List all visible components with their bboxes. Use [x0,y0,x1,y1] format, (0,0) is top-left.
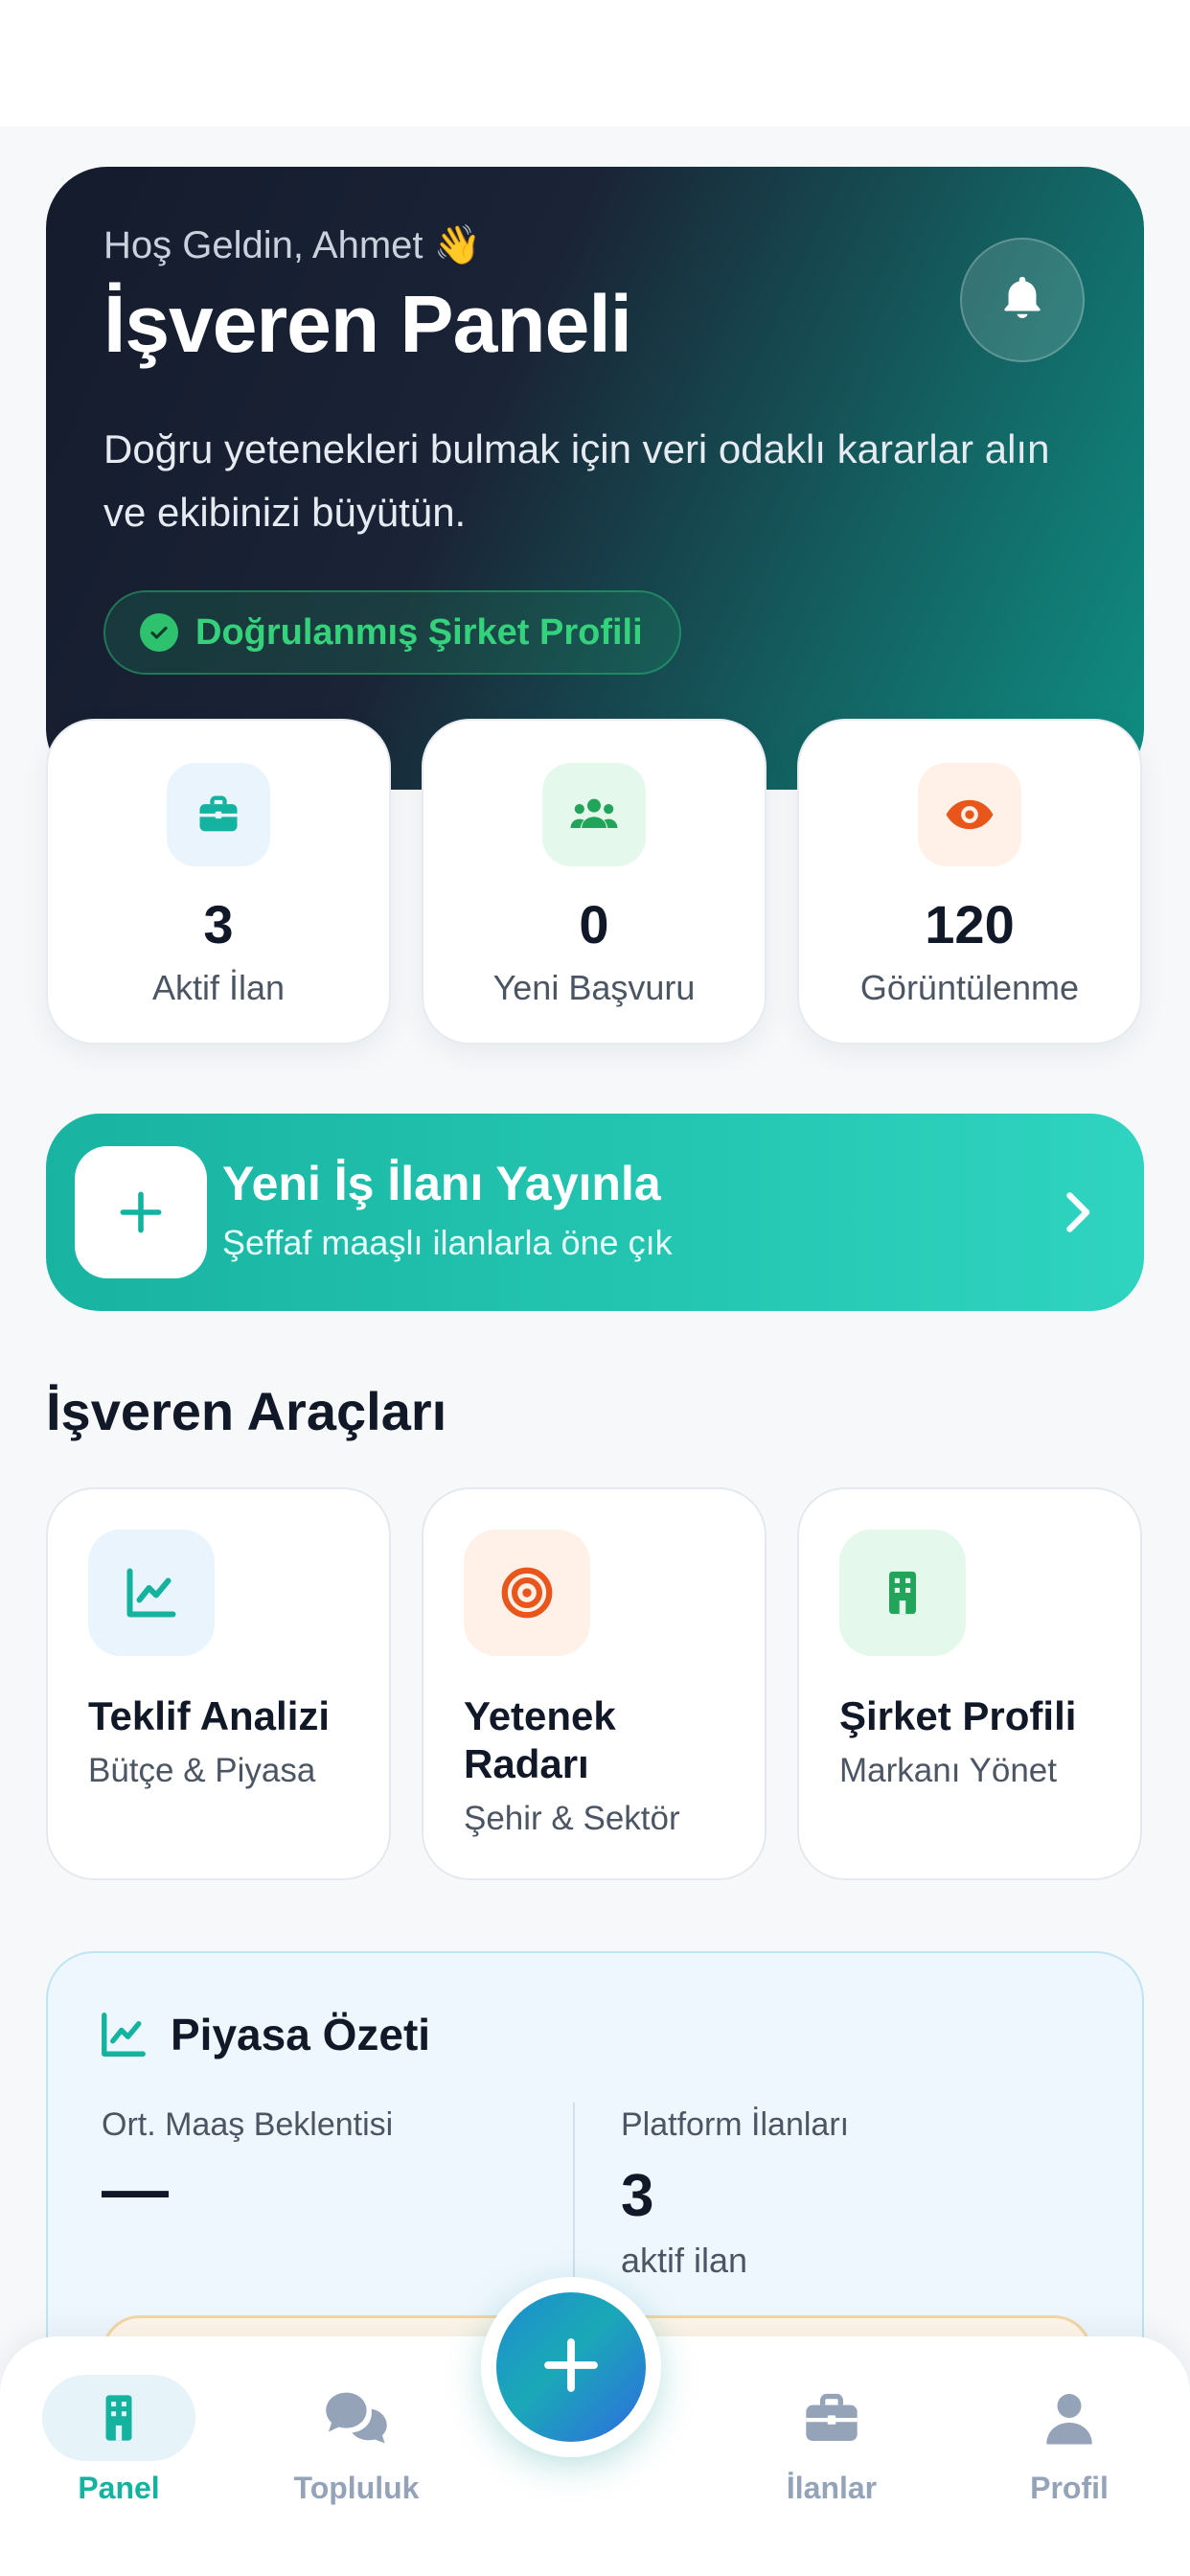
stat-value: 3 [203,894,234,954]
tab-label: Profil [1030,2471,1109,2505]
target-icon [464,1530,590,1656]
stat-card-active-listings[interactable]: 3 Aktif İlan [46,719,391,1045]
avg-salary-label: Ort. Maaş Beklentisi [102,2106,394,2143]
tool-title: Yetenek Radarı [464,1693,616,1786]
greeting-text: Hoş Geldin, Ahmet 👋 [103,224,482,266]
platform-listings-sub: aktif ilan [621,2241,748,2280]
plus-icon [537,2331,606,2404]
chevron-right-icon [1048,1184,1106,1246]
avg-salary-value: — [102,2151,169,2226]
tool-card-company-profile[interactable]: Şirket Profili Markanı Yönet [797,1487,1142,1880]
plus-icon [75,1146,207,1278]
cta-title: Yeni İş İlanı Yayınla [222,1157,661,1210]
cta-subtitle: Şeffaf maaşlı ilanlarla öne çık [222,1223,673,1262]
stat-value: 120 [925,894,1015,954]
hero-card: Hoş Geldin, Ahmet 👋 İşveren Paneli Doğru… [46,167,1144,790]
user-icon [993,2375,1146,2461]
hero-description: Doğru yetenekleri bulmak için veri odakl… [103,426,1050,535]
stat-card-new-applications[interactable]: 0 Yeni Başvuru [422,719,767,1045]
building-icon [839,1530,966,1656]
tab-panel[interactable]: Panel [23,2359,215,2532]
notifications-button[interactable] [960,238,1085,362]
chart-line-icon [88,1530,215,1656]
users-icon [542,763,646,866]
tool-card-offer-analysis[interactable]: Teklif Analizi Bütçe & Piyasa [46,1487,391,1880]
tab-label: Topluluk [293,2471,420,2505]
tab-listings[interactable]: İlanlar [736,2359,927,2532]
stat-label: Görüntülenme [859,968,1080,1007]
tool-title: Şirket Profili [839,1693,1077,1738]
platform-listings-label: Platform İlanları [621,2106,850,2143]
page-title: İşveren Paneli [103,279,632,369]
status-bar [0,0,1190,126]
tool-title: Teklif Analizi [88,1693,331,1738]
tool-subtitle: Markanı Yönet [839,1752,1057,1789]
post-new-job-button[interactable]: Yeni İş İlanı Yayınla Şeffaf maaşlı ilan… [46,1114,1144,1311]
tool-subtitle: Şehir & Sektör [464,1800,680,1837]
verified-badge-label: Doğrulanmış Şirket Profili [195,611,643,653]
bell-icon [995,271,1049,330]
tab-community[interactable]: Topluluk [261,2359,452,2532]
briefcase-icon [167,763,270,866]
tool-subtitle: Bütçe & Piyasa [88,1752,316,1789]
employer-tools-heading: İşveren Araçları [46,1381,447,1441]
platform-listings-value: 3 [621,2163,654,2229]
tab-profile[interactable]: Profil [973,2359,1165,2532]
tab-label: Panel [78,2471,160,2505]
stat-label: Aktif İlan [151,968,286,1007]
chat-bubbles-icon [280,2375,433,2461]
check-circle-icon [140,613,178,652]
briefcase-icon [755,2375,908,2461]
chart-line-icon [98,2009,149,2065]
verified-company-badge: Doğrulanmış Şirket Profili [103,590,681,675]
tab-label: İlanlar [786,2471,878,2505]
stat-label: Yeni Başvuru [492,968,696,1007]
building-icon [42,2375,195,2461]
tool-card-talent-radar[interactable]: Yetenek Radarı Şehir & Sektör [422,1487,767,1880]
stat-card-views[interactable]: 120 Görüntülenme [797,719,1142,1045]
market-summary-title: Piyasa Özeti [171,2010,431,2059]
floating-add-button[interactable] [496,2292,646,2442]
eye-icon [918,763,1021,866]
stat-value: 0 [579,894,609,954]
